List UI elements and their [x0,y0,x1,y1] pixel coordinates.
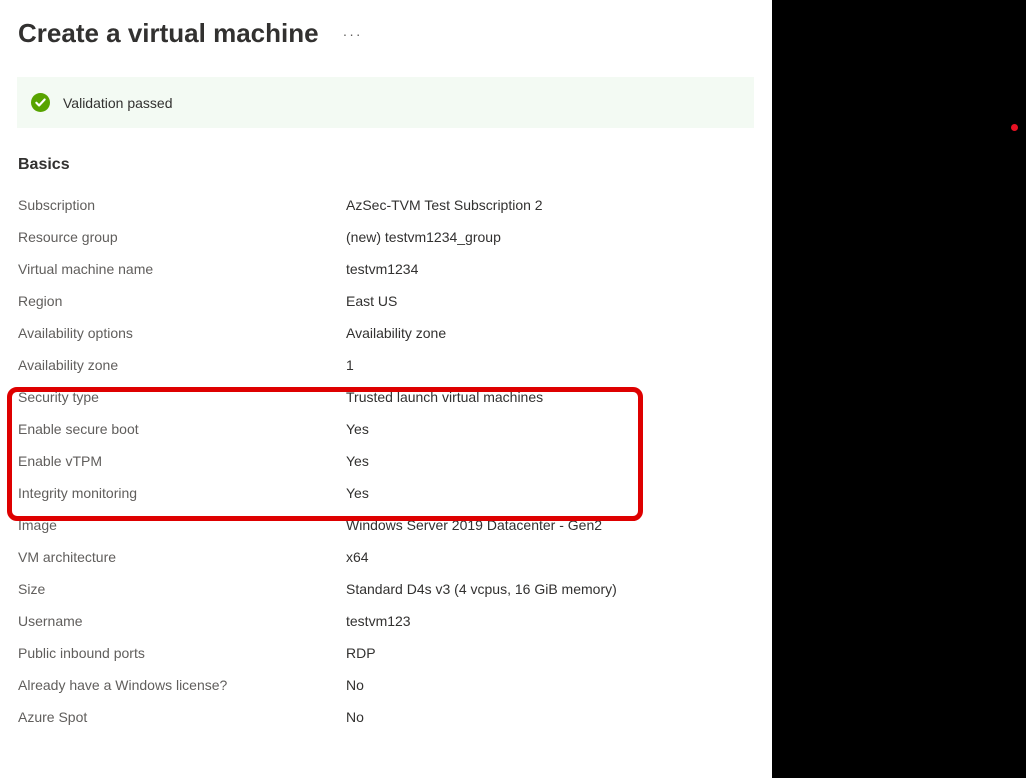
section-title: Basics [18,156,754,174]
property-row: Subscription AzSec-TVM Test Subscription… [18,192,754,224]
property-row: Virtual machine name testvm1234 [18,256,754,288]
validation-banner: Validation passed [17,77,754,128]
property-label: Size [18,581,346,597]
property-value: x64 [346,549,754,565]
property-value: No [346,709,754,725]
property-label: VM architecture [18,549,346,565]
property-label: Availability options [18,325,346,341]
property-label: Public inbound ports [18,645,346,661]
property-label: Image [18,517,346,533]
property-value: East US [346,293,754,309]
property-label: Azure Spot [18,709,346,725]
property-row: Region East US [18,288,754,320]
property-value: Availability zone [346,325,754,341]
property-label: Enable secure boot [18,421,346,437]
property-row: Enable vTPM Yes [18,448,754,480]
property-label: Region [18,293,346,309]
property-value: RDP [346,645,754,661]
property-label: Security type [18,389,346,405]
property-value: (new) testvm1234_group [346,229,754,245]
property-label: Subscription [18,197,346,213]
property-row: Image Windows Server 2019 Datacenter - G… [18,512,754,544]
property-value: testvm123 [346,613,754,629]
property-value: testvm1234 [346,261,754,277]
main-content: Create a virtual machine ··· Validation … [0,0,772,778]
property-row: Enable secure boot Yes [18,416,754,448]
validation-text: Validation passed [63,95,172,111]
property-label: Enable vTPM [18,453,346,469]
property-row: Public inbound ports RDP [18,640,754,672]
property-value: Trusted launch virtual machines [346,389,754,405]
property-value: 1 [346,357,754,373]
page-title: Create a virtual machine [18,18,319,49]
property-row: Username testvm123 [18,608,754,640]
property-row: VM architecture x64 [18,544,754,576]
property-value: No [346,677,754,693]
basics-section: Basics Subscription AzSec-TVM Test Subsc… [0,128,772,736]
property-value: Standard D4s v3 (4 vcpus, 16 GiB memory) [346,581,754,597]
property-label: Already have a Windows license? [18,677,346,693]
property-value: Windows Server 2019 Datacenter - Gen2 [346,517,754,533]
property-list: Subscription AzSec-TVM Test Subscription… [18,192,754,736]
property-row: Integrity monitoring Yes [18,480,754,512]
property-label: Resource group [18,229,346,245]
property-row: Security type Trusted launch virtual mac… [18,384,754,416]
property-label: Availability zone [18,357,346,373]
property-row: Availability zone 1 [18,352,754,384]
property-row: Availability options Availability zone [18,320,754,352]
property-value: AzSec-TVM Test Subscription 2 [346,197,754,213]
check-circle-icon [31,93,50,112]
property-row: Resource group (new) testvm1234_group [18,224,754,256]
header: Create a virtual machine ··· [0,0,772,77]
property-value: Yes [346,421,754,437]
property-row: Size Standard D4s v3 (4 vcpus, 16 GiB me… [18,576,754,608]
more-icon[interactable]: ··· [343,26,363,42]
property-value: Yes [346,453,754,469]
property-row: Already have a Windows license? No [18,672,754,704]
property-label: Virtual machine name [18,261,346,277]
right-black-panel [772,0,1026,778]
property-label: Username [18,613,346,629]
property-value: Yes [346,485,754,501]
property-row: Azure Spot No [18,704,754,736]
property-label: Integrity monitoring [18,485,346,501]
red-dot-icon [1011,124,1018,131]
